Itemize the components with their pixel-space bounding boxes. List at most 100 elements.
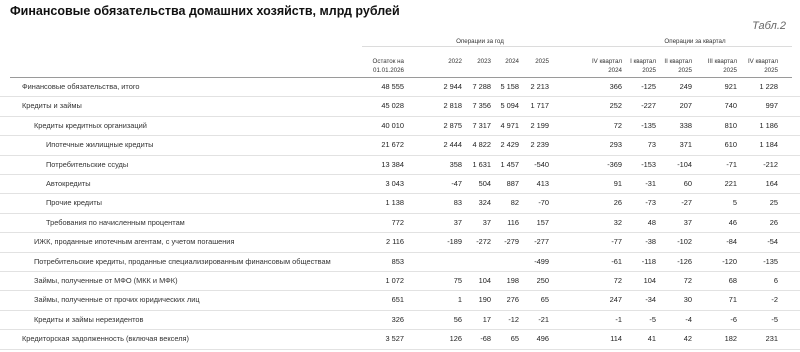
table-cell: 68 xyxy=(728,276,737,285)
row-label: Потребительские ссуды xyxy=(46,159,129,169)
table-cell: 1 072 xyxy=(385,276,405,285)
quarter-header-2: II квартал 2025 xyxy=(664,58,692,74)
table-cell: -125 xyxy=(641,82,656,91)
table-cell: -38 xyxy=(645,237,656,247)
table-cell: 13 384 xyxy=(381,159,404,169)
table-row: Займы, полученные от прочих юридических … xyxy=(0,291,800,311)
row-label: Кредиты и займы нерезидентов xyxy=(34,314,144,324)
row-label: Займы, полученные от прочих юридических … xyxy=(34,295,200,305)
table-row: Ипотечные жилищные кредиты 21 672 2 444 4 8… xyxy=(0,136,800,156)
table-cell: 250 xyxy=(536,276,549,285)
table-row: Кредиты и займы 45 028 2 818 7 356 5 094 1 71… xyxy=(0,97,800,117)
table-cell: 48 xyxy=(647,217,656,227)
table-cell: 41 xyxy=(647,334,656,344)
table-cell: -73 xyxy=(645,198,656,208)
table-cell: -34 xyxy=(645,295,656,305)
table-cell: 221 xyxy=(724,179,737,188)
table-row: Требования по начисленным процентам 772 37… xyxy=(0,214,800,234)
table-cell: 1 138 xyxy=(385,198,405,208)
table-cell: 2 239 xyxy=(530,140,550,150)
table-cell: -153 xyxy=(641,159,656,169)
table-cell: -277 xyxy=(534,237,549,247)
row-label: Автокредиты xyxy=(46,179,91,188)
table-cell: 3 527 xyxy=(385,334,405,344)
table-cell: 651 xyxy=(391,295,404,305)
table-cell: 72 xyxy=(683,276,692,285)
table-row: Автокредиты 3 043 -47 504 887 413 91 -31 60 221 16… xyxy=(0,175,800,195)
row-label: Кредиторская задолженность (включая векс… xyxy=(22,334,189,344)
table-cell: 810 xyxy=(724,120,737,130)
table-cell: -21 xyxy=(538,314,549,324)
table-cell: 164 xyxy=(765,179,778,188)
table-cell: -212 xyxy=(763,159,778,169)
table-cell: 1 228 xyxy=(759,82,779,91)
table-cell: 496 xyxy=(536,334,549,344)
table-cell: 71 xyxy=(728,295,737,305)
table-cell: 45 028 xyxy=(381,101,404,111)
table-cell: 65 xyxy=(540,295,549,305)
quarter-group-header: Операции за квартал xyxy=(664,38,726,45)
table-cell: 157 xyxy=(536,217,549,227)
row-label: Прочие кредиты xyxy=(46,198,102,208)
table-cell: -84 xyxy=(726,237,737,247)
row-label: Финансовые обязательства, итого xyxy=(22,82,140,91)
table-row: ИЖК, проданные ипотечным агентам, с учет… xyxy=(0,233,800,253)
table-cell: 60 xyxy=(683,179,692,188)
table-cell: 2 116 xyxy=(386,237,404,247)
balance-header: Остаток на 01.01.2026 xyxy=(372,58,404,74)
table-cell: 326 xyxy=(391,314,404,324)
table-cell: -120 xyxy=(722,256,737,266)
table-cell: 3 043 xyxy=(385,179,405,188)
table-cell: -135 xyxy=(763,256,778,266)
quarter-header-4: IV квартал 2025 xyxy=(747,58,778,74)
table-cell: -5 xyxy=(771,314,778,324)
table-cell: 37 xyxy=(683,217,692,227)
table-cell: 48 555 xyxy=(381,82,404,91)
table-cell: 1 717 xyxy=(530,101,550,111)
table-cell: 25 xyxy=(769,198,778,208)
table-label: Табл.2 xyxy=(752,20,786,32)
table-cell: 853 xyxy=(391,256,404,266)
table-row: Кредиторская задолженность (включая векс… xyxy=(0,330,800,350)
table-cell: 6 xyxy=(773,276,778,285)
table-cell: -31 xyxy=(645,179,656,188)
table-row: Потребительские кредиты, проданные специ… xyxy=(0,253,800,272)
table-cell: 371 xyxy=(679,140,692,150)
table-cell: 231 xyxy=(765,334,778,344)
table-cell: 2 199 xyxy=(530,120,550,130)
table-cell: 42 xyxy=(683,334,692,344)
table-cell: 610 xyxy=(724,140,737,150)
table-cell: 5 xyxy=(732,198,737,208)
row-label: ИЖК, проданные ипотечным агентам, с учет… xyxy=(34,237,235,247)
table-cell: -2 xyxy=(771,295,778,305)
table-cell: -104 xyxy=(677,159,692,169)
table-cell: 182 xyxy=(724,334,737,344)
table-cell: -71 xyxy=(726,159,737,169)
table-cell: 26 xyxy=(769,217,778,227)
table-row: Финансовые обязательства, итого 48 555 2 9… xyxy=(0,78,800,98)
table-cell: 30 xyxy=(683,295,692,305)
table-cell: 73 xyxy=(647,140,656,150)
table-cell: -102 xyxy=(677,237,692,247)
table-cell: -5 xyxy=(649,314,656,324)
row-label: Ипотечные жилищные кредиты xyxy=(46,140,154,150)
table-cell: -499 xyxy=(534,256,549,266)
table-cell: -126 xyxy=(677,256,692,266)
table-cell: -27 xyxy=(681,198,692,208)
table-cell: 40 010 xyxy=(381,120,404,130)
table-cell: 46 xyxy=(728,217,737,227)
table-row: Займы, полученные от МФО (МКК и МФК) 1 07… xyxy=(0,272,800,292)
table-cell: 21 672 xyxy=(381,140,404,150)
table-cell: 1 186 xyxy=(759,120,779,130)
row-label: Кредиты кредитных организаций xyxy=(34,120,147,130)
table-cell: 104 xyxy=(643,276,656,285)
year-group-header: Операции за год xyxy=(456,38,504,45)
table-cell: 413 xyxy=(536,179,549,188)
table-cell: 2 213 xyxy=(530,82,550,91)
table-row: Потребительские ссуды 13 384 358 1 631 1 457… xyxy=(0,156,800,175)
row-label: Требования по начисленным процентам xyxy=(46,217,185,227)
table-cell: -70 xyxy=(538,198,549,208)
table-cell: 249 xyxy=(679,82,692,91)
table-cell: -4 xyxy=(685,314,692,324)
row-label: Потребительские кредиты, проданные специ… xyxy=(34,256,331,266)
